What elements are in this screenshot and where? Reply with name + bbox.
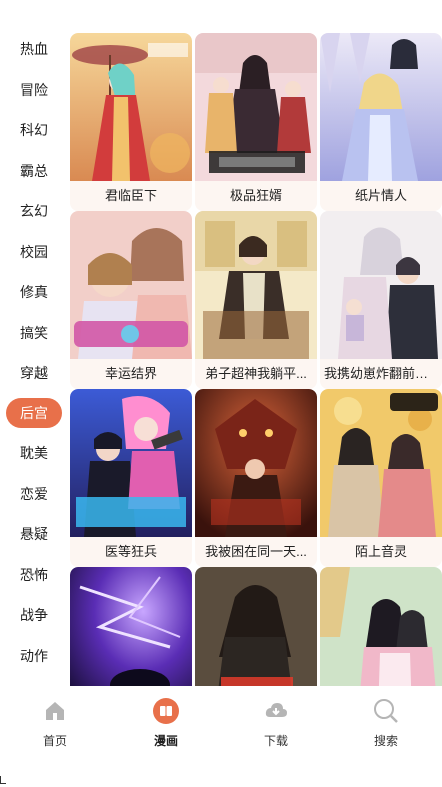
comic-card[interactable]: 我携幼崽炸翻前夫... (320, 211, 442, 389)
category-item-danmei[interactable]: 耽美 (6, 438, 62, 468)
comic-title: 医等狂兵 (104, 544, 157, 559)
comic-title: 极品狂婿 (229, 188, 282, 203)
category-sidebar: 热血 冒险 科幻 霸总 玄幻 校园 修真 搞笑 穿越 后宫 耽美 恋爱 悬疑 恐… (0, 0, 66, 690)
comic-card[interactable]: 幸运结界 (70, 211, 192, 389)
category-item-zhanzheng[interactable]: 战争 (6, 600, 62, 630)
nav-tab-home[interactable]: 首页 (15, 698, 95, 758)
comic-cover[interactable] (70, 33, 192, 181)
comic-title: 君临臣下 (104, 188, 157, 203)
category-item-chuanyue[interactable]: 穿越 (6, 358, 62, 388)
nav-label-comics: 漫画 (153, 734, 178, 748)
comic-cover[interactable] (195, 33, 317, 181)
comic-cover[interactable] (320, 567, 442, 686)
category-item-xuanhuan[interactable]: 玄幻 (6, 196, 62, 226)
search-icon (373, 698, 399, 724)
category-item-maoxian[interactable]: 冒险 (6, 75, 62, 105)
download-icon (263, 698, 289, 724)
category-item-xiaoyuan[interactable]: 校园 (6, 237, 62, 267)
nav-label-home: 首页 (42, 734, 67, 748)
comic-cover[interactable] (195, 389, 317, 537)
nav-tab-search[interactable]: 搜索 (346, 698, 426, 758)
comic-card[interactable]: 纸片情人 (320, 33, 442, 211)
comic-card[interactable]: 医等狂兵 (70, 389, 192, 567)
category-item-bazong[interactable]: 霸总 (6, 156, 62, 186)
comic-cover[interactable] (320, 211, 442, 359)
category-item-kehuan[interactable]: 科幻 (6, 115, 62, 145)
comic-card[interactable]: 君临臣下 (70, 33, 192, 211)
comic-card[interactable] (320, 567, 442, 686)
comic-card[interactable] (195, 567, 317, 686)
nav-label-search: 搜索 (373, 734, 398, 748)
nav-tab-comics[interactable]: 漫画 (126, 698, 206, 758)
category-item-dongzuo[interactable]: 动作 (6, 641, 62, 671)
comic-title: 陌上音灵 (354, 544, 407, 559)
nav-label-download: 下载 (263, 734, 288, 748)
comic-card[interactable]: 弟子超神我躺平... (195, 211, 317, 389)
comic-cover[interactable] (70, 567, 192, 686)
comic-card[interactable]: 我被困在同一天... (195, 389, 317, 567)
comic-card[interactable]: 极品狂婿 (195, 33, 317, 211)
category-item-hougong[interactable]: 后宫 (6, 398, 62, 428)
comic-cover[interactable] (320, 33, 442, 181)
comic-cover[interactable] (195, 211, 317, 359)
category-item-rexue[interactable]: 热血 (6, 34, 62, 64)
category-item-gaoxiao[interactable]: 搞笑 (6, 318, 62, 348)
home-icon (42, 698, 68, 724)
bottom-navigation: 首页 漫画 下载 搜索 (0, 690, 442, 787)
comic-title: 我被困在同一天... (205, 544, 307, 559)
comic-cover[interactable] (195, 567, 317, 686)
category-item-lianai[interactable]: 恋爱 (6, 479, 62, 509)
comic-cover[interactable] (320, 389, 442, 537)
comic-cover[interactable] (70, 389, 192, 537)
comic-book-icon (153, 698, 179, 724)
comic-grid: 君临臣下 极品狂婿 纸片情人 幸运结界 弟子超神我躺平... 我携幼崽炸翻前夫.… (68, 30, 442, 686)
comic-title: 纸片情人 (354, 188, 407, 203)
comic-card[interactable] (70, 567, 192, 686)
corner-mark (0, 776, 6, 784)
nav-tab-download[interactable]: 下载 (236, 698, 316, 758)
comic-title: 幸运结界 (104, 366, 157, 381)
comic-title: 弟子超神我躺平... (205, 366, 307, 381)
comic-card[interactable]: 陌上音灵 (320, 389, 442, 567)
comic-cover[interactable] (70, 211, 192, 359)
category-item-xuanyi[interactable]: 悬疑 (6, 519, 62, 549)
category-item-xiuzhen[interactable]: 修真 (6, 277, 62, 307)
category-item-kongbu[interactable]: 恐怖 (6, 560, 62, 590)
comic-title: 我携幼崽炸翻前夫... (324, 366, 438, 381)
